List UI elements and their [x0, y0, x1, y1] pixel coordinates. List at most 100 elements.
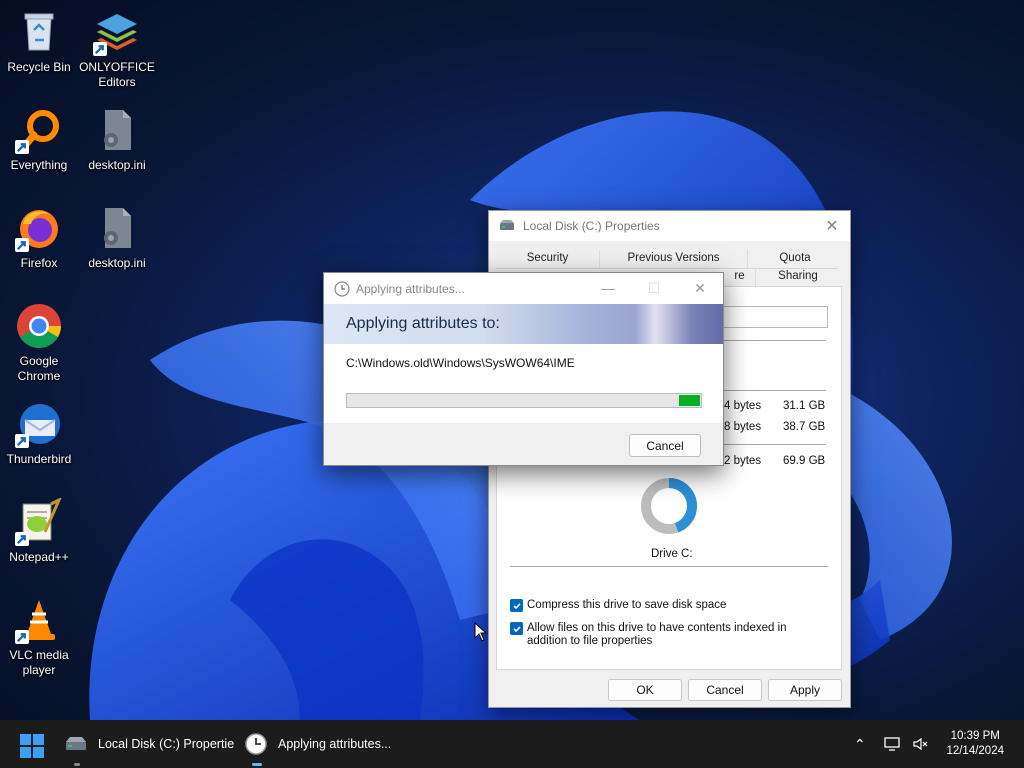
properties-tabs-row2: re Sharing	[724, 268, 842, 286]
drive-icon	[66, 737, 86, 750]
used-bytes: 4 bytes	[724, 400, 762, 412]
tab-security[interactable]: Security	[496, 250, 600, 268]
progress-bar	[346, 393, 702, 408]
settings-file-icon	[93, 204, 141, 252]
desktop-icon-label: desktop.ini	[88, 158, 146, 172]
properties-titlebar[interactable]: Local Disk (C:) Properties ✕	[489, 211, 850, 241]
compress-label: Compress this drive to save disk space	[527, 599, 727, 611]
properties-title: Local Disk (C:) Properties	[523, 219, 660, 233]
maximize-icon[interactable]: ☐	[631, 280, 677, 297]
taskbar: Local Disk (C:) Propertie Applying attri…	[0, 720, 1024, 768]
vlc-icon	[15, 596, 63, 644]
firefox-icon	[15, 204, 63, 252]
disk-usage-donut	[641, 478, 697, 534]
shortcut-arrow-icon	[15, 238, 29, 252]
checkmark-icon	[512, 625, 521, 632]
tab-sharing[interactable]: Sharing	[756, 268, 840, 286]
compress-checkbox[interactable]	[510, 599, 523, 612]
desktop-icon-label: desktop.ini	[88, 256, 146, 270]
desktop[interactable]: Recycle Bin ONLYOFFICE Editors Everythin…	[0, 0, 1024, 720]
apply-titlebar[interactable]: Applying attributes... — ☐ ✕	[324, 273, 723, 304]
progress-fill	[679, 395, 700, 406]
apply-heading: Applying attributes to:	[346, 315, 500, 332]
system-tray: ⌃	[854, 720, 930, 768]
apply-button[interactable]: Apply	[768, 679, 842, 701]
desktop-icon-notepadplusplus[interactable]: Notepad++	[0, 496, 78, 565]
divider-2	[722, 390, 826, 391]
shortcut-arrow-icon	[15, 532, 29, 546]
tab-previous-versions[interactable]: Previous Versions	[600, 250, 748, 268]
settings-file-icon	[93, 106, 141, 154]
free-size: 38.7 GB	[783, 421, 826, 433]
taskbar-app-label: Local Disk (C:) Propertie	[98, 737, 235, 751]
desktop-icon-label: VLC media player	[9, 648, 69, 677]
taskbar-app-local-disk[interactable]: Local Disk (C:) Propertie	[64, 720, 234, 768]
apply-cancel-button[interactable]: Cancel	[629, 434, 701, 457]
desktop-icon-firefox[interactable]: Firefox	[0, 204, 78, 271]
desktop-icon-label: Recycle Bin	[7, 60, 71, 74]
properties-cancel-button[interactable]: Cancel	[688, 679, 762, 701]
drive-icon	[500, 220, 514, 230]
minimize-icon[interactable]: —	[585, 280, 631, 297]
properties-tabs-row1: Security Previous Versions Quota	[496, 250, 842, 268]
desktop-icon-desktop-ini-1[interactable]: desktop.ini	[78, 106, 156, 173]
capacity-size: 69.9 GB	[783, 455, 826, 467]
apply-content: C:\Windows.old\Windows\SysWOW64\IME	[324, 344, 723, 423]
divider-1	[722, 340, 826, 341]
shortcut-arrow-icon	[15, 140, 29, 154]
desktop-icon-recycle-bin[interactable]: Recycle Bin	[0, 8, 78, 75]
mouse-cursor-icon	[474, 622, 488, 642]
desktop-icon-onlyoffice[interactable]: ONLYOFFICE Editors	[78, 8, 156, 90]
desktop-icon-label: Google Chrome	[17, 354, 61, 383]
windows-start-icon[interactable]	[20, 734, 44, 758]
apply-banner: Applying attributes to:	[324, 304, 723, 344]
drive-label-input[interactable]	[722, 306, 828, 328]
ok-button[interactable]: OK	[608, 679, 682, 701]
used-size: 31.1 GB	[783, 400, 826, 412]
free-bytes: 8 bytes	[724, 421, 762, 433]
tab-quota[interactable]: Quota	[748, 250, 842, 268]
tab-hardware[interactable]: re	[724, 268, 756, 286]
checkmark-icon	[512, 602, 521, 609]
notepadplusplus-icon	[15, 496, 63, 546]
capacity-bytes: 2 bytes	[724, 455, 762, 467]
chrome-icon	[15, 302, 63, 350]
close-icon[interactable]: ✕	[814, 216, 850, 236]
desktop-icon-label: Everything	[10, 158, 68, 172]
close-icon[interactable]: ✕	[677, 280, 723, 297]
clock-time: 10:39 PM	[950, 730, 1000, 742]
shortcut-arrow-icon	[93, 42, 107, 56]
divider-4	[510, 566, 828, 567]
network-icon[interactable]	[884, 736, 902, 752]
index-checkbox-row[interactable]: Allow files on this drive to have conten…	[510, 622, 826, 648]
running-indicator	[74, 763, 80, 766]
desktop-icon-thunderbird[interactable]: Thunderbird	[0, 400, 78, 467]
divider-3	[722, 444, 826, 445]
taskbar-app-applying-attributes[interactable]: Applying attributes...	[244, 720, 391, 768]
shortcut-arrow-icon	[15, 434, 29, 448]
desktop-icon-label: Thunderbird	[6, 452, 72, 466]
volume-muted-icon[interactable]	[912, 736, 930, 752]
desktop-icon-label: ONLYOFFICE Editors	[79, 60, 155, 89]
thunderbird-icon	[15, 400, 63, 448]
desktop-icon-desktop-ini-2[interactable]: desktop.ini	[78, 204, 156, 271]
applying-attributes-dialog[interactable]: Applying attributes... — ☐ ✕ Applying at…	[323, 272, 724, 466]
index-label: Allow files on this drive to have conten…	[527, 622, 787, 647]
compress-checkbox-row[interactable]: Compress this drive to save disk space	[510, 599, 726, 612]
chevron-up-icon[interactable]: ⌃	[854, 736, 866, 753]
onlyoffice-icon	[93, 8, 141, 56]
desktop-icon-label: Notepad++	[9, 550, 69, 564]
index-checkbox[interactable]	[510, 622, 523, 635]
taskbar-app-label: Applying attributes...	[278, 737, 392, 751]
recycle-bin-icon	[15, 8, 63, 56]
desktop-icon-everything[interactable]: Everything	[0, 106, 78, 173]
clock-icon	[245, 733, 267, 755]
apply-title: Applying attributes...	[356, 281, 465, 296]
everything-search-icon	[15, 106, 63, 154]
desktop-icon-label: Firefox	[20, 256, 58, 270]
drive-name-label: Drive C:	[651, 548, 693, 560]
clock[interactable]: 10:39 PM 12/14/2024	[946, 729, 1004, 759]
desktop-icon-vlc[interactable]: VLC media player	[0, 596, 78, 678]
desktop-icon-chrome[interactable]: Google Chrome	[0, 302, 78, 384]
active-indicator	[252, 763, 262, 766]
